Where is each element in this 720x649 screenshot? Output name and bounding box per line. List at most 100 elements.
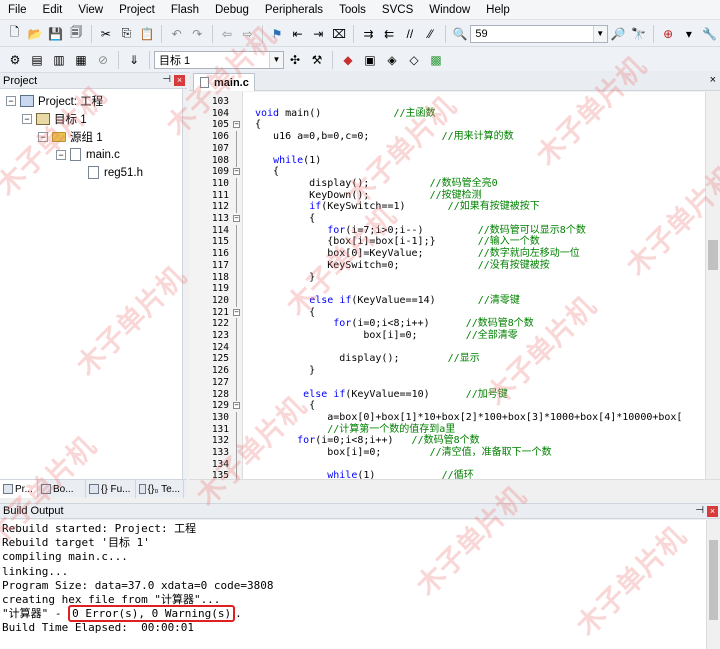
target-select[interactable]: 目标 1 ▼ (154, 50, 284, 69)
target-options-icon[interactable]: ✣ (286, 51, 304, 69)
tab-main-c[interactable]: main.c (193, 73, 255, 91)
cut-icon[interactable]: ✂ (97, 25, 114, 43)
paste-icon[interactable]: 📋 (139, 25, 156, 43)
tree-item-project[interactable]: − Project: 工程 (6, 92, 103, 109)
close-icon[interactable]: × (710, 74, 716, 86)
batch-build-icon[interactable]: ▦ (72, 51, 90, 69)
project-tab-0[interactable]: Pr... (0, 480, 38, 498)
save-all-icon[interactable]: 🗐 (68, 25, 85, 43)
collapse-icon[interactable]: − (38, 131, 48, 142)
editor-vertical-scrollbar[interactable] (705, 92, 720, 479)
select-packs-icon[interactable]: ◈ (383, 51, 401, 69)
clear-bookmarks-icon[interactable]: ⌧ (331, 25, 348, 43)
code-line: 133 box[i]=0; //清空值，准备取下一个数 (189, 447, 705, 459)
tree-item-folder[interactable]: − 源组 1 (38, 128, 103, 145)
fold-toggle-icon[interactable]: − (233, 168, 240, 176)
menu-item-view[interactable]: View (70, 0, 111, 20)
menu-item-debug[interactable]: Debug (207, 0, 257, 20)
tree-item-file[interactable]: reg51.h (74, 164, 143, 181)
code-text: KeySwitch=0; //没有按键被按 (255, 259, 550, 271)
line-number: 126 (211, 365, 229, 377)
collapse-icon[interactable]: − (56, 149, 66, 160)
toolbar-build: ⚙ ▤ ▥ ▦ ⊘ ⇓ 目标 1 ▼ ✣ ⚒ ◆ ▣ ◈ ◇ ▩ (0, 47, 720, 73)
scroll-thumb[interactable] (709, 540, 718, 620)
pack-installer-icon[interactable]: ▣ (361, 51, 379, 69)
save-icon[interactable]: 💾 (47, 25, 64, 43)
collapse-icon[interactable]: − (6, 95, 16, 106)
debug-icon[interactable]: ⊕ (660, 25, 677, 43)
tree-item-file[interactable]: − main.c (56, 146, 120, 163)
code-text: //计算第一个数的值存到a里 (255, 424, 455, 436)
menu-item-project[interactable]: Project (111, 0, 163, 20)
code-editor[interactable]: 103 104 void main() //主函数 105−{106 u16 a=0,… (189, 92, 705, 479)
stop-build-icon[interactable]: ⊘ (94, 51, 112, 69)
close-icon[interactable]: × (707, 506, 718, 517)
fold-guide (236, 224, 237, 237)
copy-icon[interactable]: ⎘ (118, 25, 135, 43)
prev-bookmark-icon[interactable]: ⇤ (289, 25, 306, 43)
forward-icon[interactable]: ⇨ (239, 25, 256, 43)
menu-item-svcs[interactable]: SVCS (374, 0, 421, 20)
editor-horizontal-scrollbar[interactable] (189, 479, 720, 494)
close-icon[interactable]: × (174, 75, 185, 86)
keyword: while (327, 470, 358, 479)
pin-icon[interactable]: ⊣ (162, 74, 171, 85)
next-bookmark-icon[interactable]: ⇥ (310, 25, 327, 43)
menu-item-peripherals[interactable]: Peripherals (257, 0, 331, 20)
fold-toggle-icon[interactable]: − (233, 402, 240, 410)
fold-guide (236, 458, 237, 471)
comment-icon[interactable]: // (402, 25, 419, 43)
unindent-icon[interactable]: ⇇ (381, 25, 398, 43)
find-combo[interactable]: 59 ▼ (470, 24, 608, 43)
menu-item-tools[interactable]: Tools (331, 0, 374, 20)
file-extensions-icon[interactable]: ⚒ (308, 51, 326, 69)
menu-item-flash[interactable]: Flash (163, 0, 207, 20)
comment: //显示 (447, 353, 480, 365)
back-icon[interactable]: ⇦ (219, 25, 236, 43)
project-tab-3[interactable]: {}₀ Te... (136, 480, 184, 498)
bookmark-icon[interactable]: ⚑ (269, 25, 286, 43)
fold-guide (236, 423, 237, 436)
fold-toggle-icon[interactable]: − (233, 121, 240, 129)
menu-item-window[interactable]: Window (421, 0, 478, 20)
chevron-down-icon[interactable]: ▼ (269, 51, 283, 68)
fold-toggle-icon[interactable]: − (233, 215, 240, 222)
rte-icon[interactable]: ◇ (405, 51, 423, 69)
collapse-icon[interactable]: − (22, 113, 32, 124)
code-line: 127 (189, 376, 705, 389)
pin-icon[interactable]: ⊣ (695, 505, 704, 516)
download-icon[interactable]: ⇓ (125, 51, 143, 69)
tools-icon[interactable]: 🔧 (701, 25, 718, 43)
chevron-down-icon[interactable]: ▼ (592, 25, 607, 42)
editor-tab-bar: main.c × (189, 71, 720, 91)
line-number: 121 (211, 306, 229, 318)
menu-item-edit[interactable]: Edit (35, 0, 71, 20)
line-number: 123 (211, 330, 229, 341)
translate-icon[interactable]: ⚙ (6, 51, 24, 69)
build-output-scrollbar[interactable] (706, 520, 720, 649)
build-icon[interactable]: ▤ (28, 51, 46, 69)
fold-toggle-icon[interactable]: − (233, 308, 240, 316)
uncomment-icon[interactable]: ⁄⁄ (422, 25, 439, 43)
undo-icon[interactable]: ↶ (168, 25, 185, 43)
tree-item-target[interactable]: − 目标 1 (22, 110, 87, 127)
open-icon[interactable]: 📂 (27, 25, 44, 43)
project-tab-label: {}₀ Te... (147, 483, 180, 495)
find-in-files-icon[interactable]: 🔍 (452, 25, 469, 43)
redo-icon[interactable]: ↷ (189, 25, 206, 43)
menu-item-file[interactable]: File (0, 0, 35, 20)
incremental-find-icon[interactable]: 🔭 (630, 25, 647, 43)
project-tab-2[interactable]: {} Fu... (86, 480, 136, 498)
code-text: for(i=7;i>0;i--) //数码管可以显示8个数 (327, 224, 586, 236)
rebuild-icon[interactable]: ▥ (50, 51, 68, 69)
project-tab-1[interactable]: Bo... (38, 480, 86, 498)
code-line: 106 u16 a=0,b=0,c=0; //用来计算的数 (189, 131, 705, 144)
indent-icon[interactable]: ⇉ (360, 25, 377, 43)
green-icon[interactable]: ▩ (427, 51, 445, 69)
manage-components-icon[interactable]: ◆ (339, 51, 357, 69)
settings-icon[interactable]: ▾ (681, 25, 698, 43)
scroll-thumb[interactable] (708, 240, 718, 270)
menu-item-help[interactable]: Help (478, 0, 518, 20)
new-file-icon[interactable]: 🗋 (6, 25, 23, 43)
find-icon[interactable]: 🔎 (610, 25, 627, 43)
